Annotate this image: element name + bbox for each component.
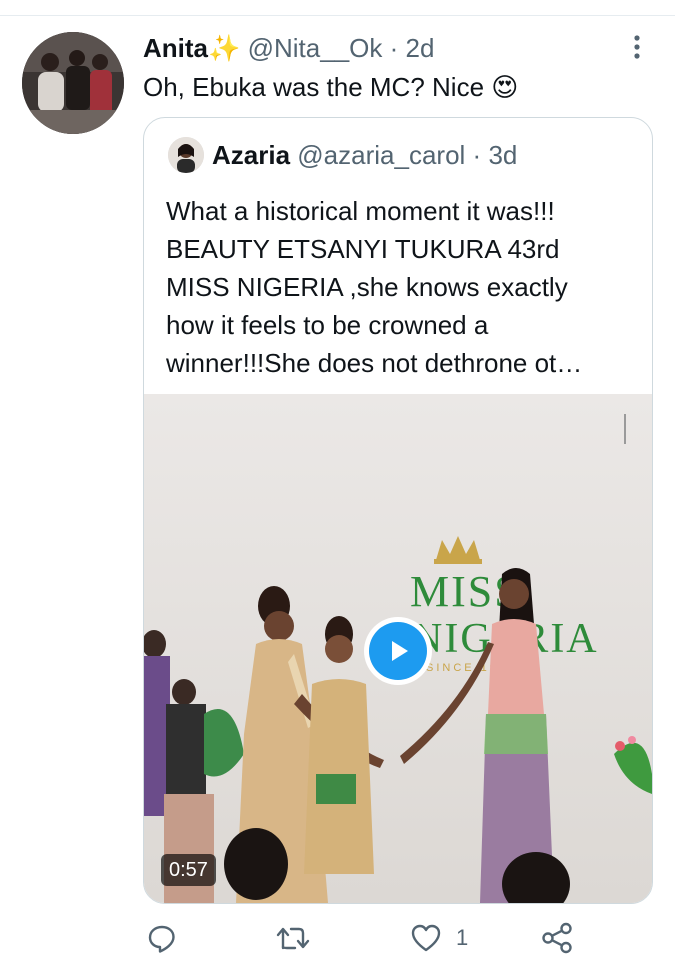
- tweet-header: Anita✨ @Nita__Ok · 2d: [143, 32, 434, 64]
- retweet-icon: [276, 927, 310, 950]
- play-icon: [369, 622, 427, 680]
- share-button[interactable]: [540, 918, 574, 958]
- quoted-timestamp[interactable]: 3d: [488, 140, 517, 170]
- heart-icon: [411, 924, 441, 952]
- reply-button[interactable]: [146, 918, 178, 958]
- video-player[interactable]: MISS NIGERIA SINCE 1957: [144, 394, 652, 903]
- like-count: 1: [456, 925, 469, 950]
- share-icon: [542, 922, 572, 954]
- top-divider: [0, 15, 675, 16]
- quoted-tweet-header: Azaria @azaria_carol · 3d: [212, 139, 517, 171]
- retweet-button[interactable]: [275, 918, 311, 958]
- tweet-actions-bar: 1: [0, 918, 675, 958]
- quoted-tweet-card[interactable]: Azaria @azaria_carol · 3d What a histori…: [143, 117, 653, 904]
- more-options-icon[interactable]: [622, 32, 652, 62]
- video-duration-badge: 0:57: [161, 854, 216, 886]
- author-name[interactable]: Anita✨: [143, 33, 240, 63]
- quoted-author-name[interactable]: Azaria: [212, 140, 290, 170]
- quoted-author-avatar[interactable]: [168, 137, 204, 173]
- quoted-separator-dot: ·: [472, 140, 482, 170]
- quoted-author-handle[interactable]: @azaria_carol: [297, 140, 465, 170]
- like-button[interactable]: 1: [410, 918, 468, 958]
- author-avatar[interactable]: [22, 32, 124, 134]
- author-handle[interactable]: @Nita__Ok: [248, 33, 383, 63]
- tweet-timestamp[interactable]: 2d: [406, 33, 435, 63]
- play-button[interactable]: [364, 617, 432, 685]
- separator-dot: ·: [389, 33, 399, 63]
- tweet-text: Oh, Ebuka was the MC? Nice 😍: [143, 72, 519, 102]
- quoted-tweet-text: What a historical moment it was!!! BEAUT…: [166, 196, 583, 378]
- reply-icon: [148, 925, 175, 953]
